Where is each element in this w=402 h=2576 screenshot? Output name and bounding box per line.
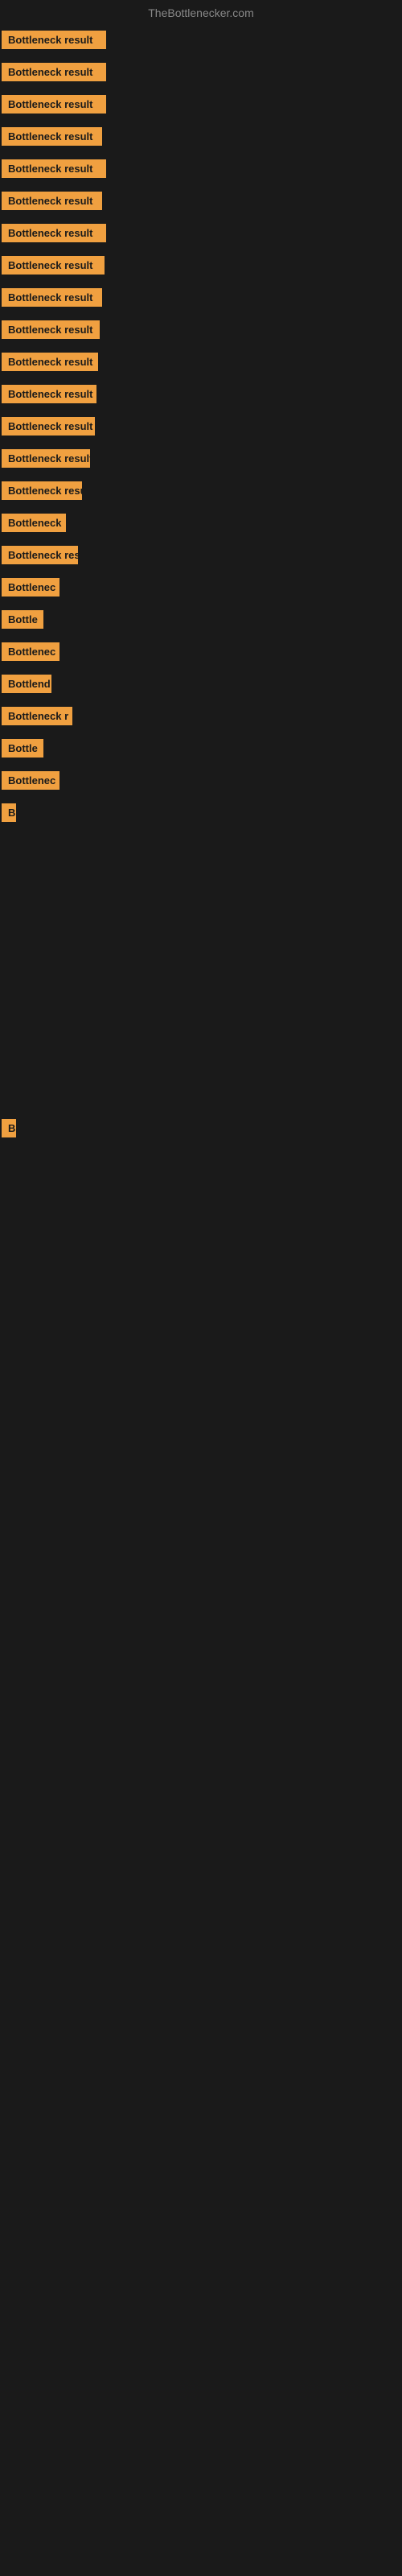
bottleneck-row: Bottleneck result [0, 380, 402, 412]
empty-row [0, 1359, 402, 1430]
bottleneck-row: Bottleneck result [0, 90, 402, 122]
empty-row [0, 902, 402, 972]
empty-row [0, 1288, 402, 1359]
bottleneck-badge[interactable]: Bottleneck result [2, 63, 106, 81]
bottleneck-row: Bottleneck result [0, 251, 402, 283]
site-header: TheBottlenecker.com [0, 0, 402, 23]
empty-row [0, 1146, 402, 1217]
bottleneck-row: Bottlenec [0, 573, 402, 605]
empty-row [0, 831, 402, 902]
empty-row [0, 1217, 402, 1288]
bottleneck-badge[interactable]: Bottleneck res [2, 546, 78, 564]
bottleneck-badge[interactable]: Bottleneck result [2, 31, 106, 49]
bottleneck-badge[interactable]: Bottleneck resu [2, 481, 82, 500]
bottleneck-row: Bottleneck result [0, 219, 402, 251]
bottleneck-row: Bottle [0, 605, 402, 638]
bottleneck-badge[interactable]: Bottleneck result [2, 385, 96, 403]
bottleneck-badge[interactable]: B [2, 803, 16, 822]
bottleneck-badge[interactable]: Bottle [2, 610, 43, 629]
bottleneck-badge[interactable]: Bottleneck result [2, 256, 105, 275]
empty-row [0, 1043, 402, 1114]
bottleneck-badge[interactable]: Bottlend [2, 675, 51, 693]
site-title: TheBottlenecker.com [148, 6, 254, 19]
bottleneck-row: Bottleneck result [0, 155, 402, 187]
bottleneck-badge[interactable]: Bottle [2, 739, 43, 758]
bottleneck-row: Bottleneck resu [0, 477, 402, 509]
bottleneck-badge[interactable]: Bottleneck result [2, 192, 102, 210]
bottleneck-row: Bottleneck result [0, 122, 402, 155]
bottleneck-row: Bottleneck result [0, 26, 402, 58]
bottleneck-badge[interactable]: Bottlenec [2, 578, 59, 597]
bottleneck-badge[interactable]: Bottleneck result [2, 353, 98, 371]
bottleneck-row: Bottleneck result [0, 283, 402, 316]
bottleneck-row: Bottleneck result [0, 58, 402, 90]
bottleneck-badge[interactable]: Bottlenec [2, 771, 59, 790]
bottleneck-badge[interactable]: Bottleneck result [2, 417, 95, 436]
bottleneck-badge[interactable]: Bottleneck result [2, 320, 100, 339]
bottleneck-badge[interactable]: Bottleneck result [2, 159, 106, 178]
bottleneck-badge[interactable]: Bottlenec [2, 642, 59, 661]
bottleneck-row: Bottleneck result [0, 412, 402, 444]
bottleneck-row: Bottle [0, 734, 402, 766]
bottleneck-row: Bottleneck result [0, 348, 402, 380]
bottleneck-badge[interactable]: Bottleneck result [2, 127, 102, 146]
bottleneck-row: B [0, 799, 402, 831]
bottleneck-badge[interactable]: Bottleneck result [2, 449, 90, 468]
empty-row [0, 972, 402, 1043]
bottleneck-row: Bottleneck res [0, 541, 402, 573]
bottleneck-row: B [0, 1114, 402, 1146]
bottleneck-badge[interactable]: Bottleneck [2, 514, 66, 532]
bottleneck-row: Bottlenec [0, 766, 402, 799]
bottleneck-row: Bottleneck [0, 509, 402, 541]
bottleneck-badge[interactable]: B [2, 1119, 16, 1137]
bottleneck-row: Bottleneck result [0, 444, 402, 477]
bottleneck-row: Bottlenec [0, 638, 402, 670]
bottleneck-badge[interactable]: Bottleneck result [2, 95, 106, 114]
bottleneck-badge[interactable]: Bottleneck result [2, 288, 102, 307]
bottleneck-badge[interactable]: Bottleneck r [2, 707, 72, 725]
bottleneck-row: Bottlend [0, 670, 402, 702]
bottleneck-row: Bottleneck result [0, 187, 402, 219]
bottleneck-row: Bottleneck result [0, 316, 402, 348]
bottleneck-badge[interactable]: Bottleneck result [2, 224, 106, 242]
bottleneck-row: Bottleneck r [0, 702, 402, 734]
items-container: Bottleneck result Bottleneck result Bottle… [0, 23, 402, 1433]
